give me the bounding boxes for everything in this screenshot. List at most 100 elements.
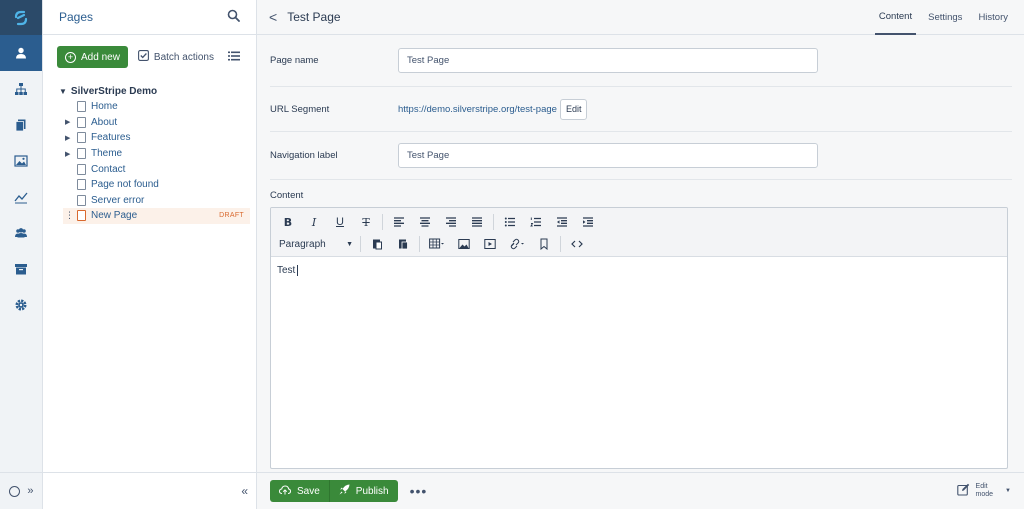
url-edit-button[interactable]: Edit [559,98,588,120]
list-view-icon[interactable] [228,51,240,64]
tree-item-label: Home [91,101,118,113]
paste-text-icon[interactable] [390,234,416,254]
draft-page-icon [77,210,86,222]
align-left-icon[interactable] [386,212,412,232]
italic-icon[interactable]: I [301,212,327,232]
tree-item-label: About [91,116,118,128]
error-page-icon [77,194,86,206]
tree-item-label: Server error [91,194,145,206]
help-circle-icon[interactable] [9,485,21,497]
pages-title: Pages [59,10,94,24]
search-icon[interactable] [227,9,240,25]
tree-item-label: New Page [91,210,138,222]
nav-files-icon[interactable] [0,107,42,143]
indent-icon[interactable] [575,212,601,232]
tree-item-features[interactable]: ▶ Features [63,130,256,146]
error-page-icon [77,179,86,191]
tree-item-theme[interactable]: ▶ Theme [63,146,256,162]
rocket-icon [339,484,350,498]
page-icon [77,148,86,160]
expand-rail-icon[interactable]: » [27,485,33,497]
nav-groups-icon[interactable] [0,215,42,251]
paste-icon[interactable] [364,234,390,254]
draft-badge: DRAFT [219,212,244,220]
caret-down-icon[interactable]: ▼ [59,87,67,96]
tree-root-label: SilverStripe Demo [70,85,158,97]
nav-settings-icon[interactable] [0,287,42,323]
add-new-button[interactable]: + Add new [57,46,128,68]
insert-media-icon[interactable] [477,234,503,254]
insert-link-icon[interactable] [503,234,531,254]
page-name-row: Page name Test Page [270,35,1012,87]
url-segment-link[interactable]: https://demo.silverstripe.org/test-page [398,104,557,115]
tab-history[interactable]: History [974,0,1012,35]
nav-user-icon[interactable] [0,35,42,71]
tree-item-about[interactable]: ▶ About [63,115,256,131]
publish-button-group: Save Publish [270,480,398,502]
anchor-bookmark-icon[interactable] [531,234,557,254]
source-code-icon[interactable] [564,234,590,254]
tab-settings[interactable]: Settings [924,0,966,35]
pages-toolbar: + Add new Batch actions [43,39,256,75]
tree-item-home[interactable]: Home [63,99,256,115]
tree-item-server-error[interactable]: Server error [63,193,256,209]
tree-item-page-not-found[interactable]: Page not found [63,177,256,193]
logo-icon[interactable] [0,0,42,35]
tree-item-new-page[interactable]: ⋮⋮ New Page DRAFT [63,208,250,224]
page-name-input[interactable]: Test Page [398,48,818,73]
publish-button[interactable]: Publish [328,480,398,502]
align-justify-icon[interactable] [464,212,490,232]
toolbar-separator [382,214,383,230]
insert-image-icon[interactable] [451,234,477,254]
save-button[interactable]: Save [270,480,329,502]
format-select[interactable]: Paragraph ▼ [275,239,357,250]
edit-pencil-icon [956,483,970,499]
align-right-icon[interactable] [438,212,464,232]
nav-images-icon[interactable] [0,143,42,179]
tree-item-label: Contact [91,163,126,175]
page-form: Page name Test Page URL Segment https://… [257,35,1024,469]
caret-right-icon[interactable]: ▶ [65,134,77,142]
bold-icon[interactable]: B [275,212,301,232]
tree-root[interactable]: ▼ SilverStripe Demo [59,83,256,99]
outdent-icon[interactable] [549,212,575,232]
format-select-value: Paragraph [279,238,326,250]
navigation-label-row: Navigation label Test Page [270,132,1012,180]
drag-handle-icon[interactable]: ⋮⋮ [65,210,82,221]
publish-label: Publish [355,485,389,497]
page-icon [77,116,86,128]
content-label: Content [270,190,304,201]
edit-mode-toggle[interactable]: Edit mode ▼ [956,483,1011,499]
caret-down-icon: ▼ [1005,488,1011,494]
editor-body[interactable]: Test [271,257,1007,284]
nav-archive-icon[interactable] [0,251,42,287]
navigation-label-input[interactable]: Test Page [398,143,818,168]
url-segment-row: URL Segment https://demo.silverstripe.or… [270,87,1012,132]
toolbar-separator [419,236,420,252]
toolbar-separator [360,236,361,252]
navigation-label-label: Navigation label [270,150,338,161]
caret-right-icon[interactable]: ▶ [65,150,77,158]
more-options-icon[interactable]: ••• [410,483,428,499]
pages-header: Pages [43,0,256,35]
nav-sitetree-icon[interactable] [0,71,42,107]
edit-mode-label: Edit mode [976,483,994,499]
back-chevron-icon[interactable]: < [269,9,277,25]
edit-mode-line-1: Edit [975,483,988,490]
collapse-panel-icon[interactable]: « [241,484,248,498]
clear-format-icon[interactable]: T [353,212,379,232]
caret-right-icon[interactable]: ▶ [65,118,77,126]
table-icon[interactable] [423,234,451,254]
tab-content[interactable]: Content [874,0,917,35]
tree-item-contact[interactable]: Contact [63,161,256,177]
text-cursor [297,265,299,276]
numbered-list-icon[interactable] [523,212,549,232]
content-editor: B I U T Paragraph ▼ Test [270,207,1008,469]
rail-footer: » [0,472,43,509]
batch-actions-toggle[interactable]: Batch actions [137,50,214,64]
underline-icon[interactable]: U [327,212,353,232]
bullet-list-icon[interactable] [497,212,523,232]
nav-reports-icon[interactable] [0,179,42,215]
align-center-icon[interactable] [412,212,438,232]
edit-page-main: < Test Page Content Settings History Pag… [257,0,1024,509]
